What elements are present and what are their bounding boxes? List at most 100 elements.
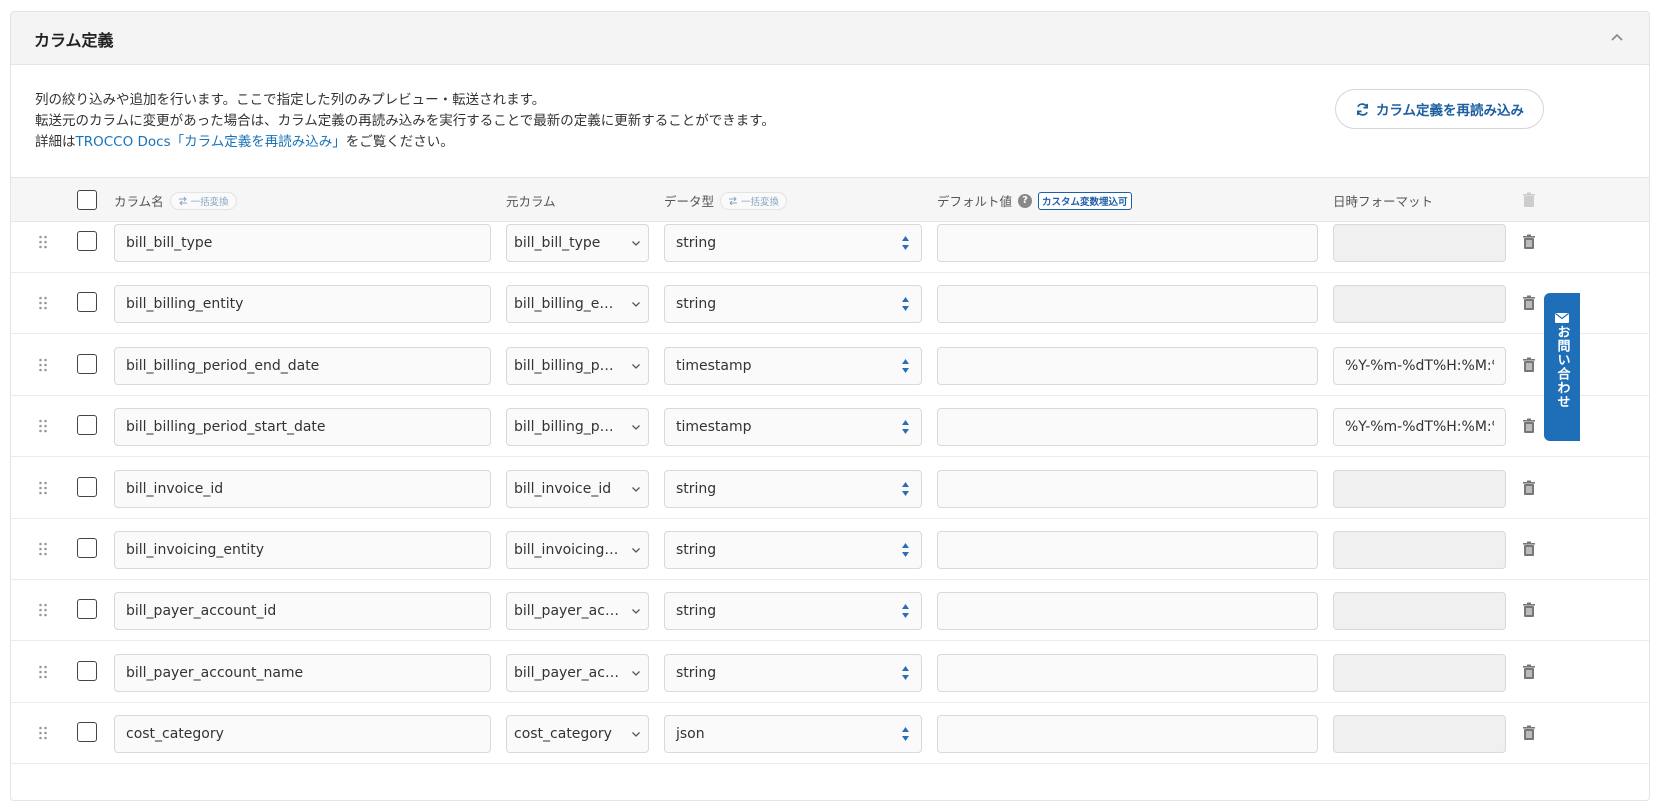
column-name-input[interactable]: bill_payer_account_name <box>114 653 491 692</box>
trash-icon[interactable] <box>1521 602 1537 618</box>
drag-handle-icon[interactable] <box>38 481 48 495</box>
trash-icon[interactable] <box>1521 418 1537 434</box>
datetime-format-input[interactable] <box>1333 653 1506 692</box>
row-checkbox[interactable] <box>77 722 97 743</box>
default-value-input[interactable] <box>937 531 1318 569</box>
source-column-select[interactable]: bill_billing_peri... <box>506 346 649 385</box>
datetime-format-input[interactable] <box>1333 285 1506 324</box>
panel-header[interactable]: カラム定義 <box>11 12 1649 65</box>
chevron-down-icon <box>632 425 640 431</box>
drag-handle-icon[interactable] <box>38 665 48 679</box>
row-checkbox[interactable] <box>77 599 97 620</box>
data-type-select[interactable]: json <box>664 715 922 754</box>
default-value-input[interactable] <box>937 653 1318 692</box>
datetime-format-input[interactable]: %Y-%m-%dT%H:%M:%S <box>1333 408 1506 447</box>
sort-arrows-icon <box>902 727 909 742</box>
column-name-input[interactable]: bill_invoice_id <box>114 469 491 508</box>
source-column-select[interactable]: bill_payer_acco... <box>506 653 649 692</box>
datetime-format-input[interactable] <box>1333 531 1506 569</box>
source-column-select[interactable]: cost_category <box>506 715 649 754</box>
swap-icon <box>729 196 738 205</box>
default-value-input[interactable] <box>937 346 1318 385</box>
row-checkbox[interactable] <box>77 538 97 558</box>
source-column-value: bill_billing_entity <box>514 296 622 313</box>
data-type-select[interactable]: timestamp <box>664 346 922 385</box>
column-name-input[interactable]: bill_billing_period_start_date <box>114 408 491 447</box>
datetime-format-input[interactable] <box>1333 224 1506 262</box>
row-checkbox[interactable] <box>77 353 97 374</box>
data-type-select[interactable]: string <box>664 224 922 262</box>
data-type-select[interactable]: string <box>664 592 922 631</box>
data-type-select[interactable]: timestamp <box>664 408 922 447</box>
column-name-input[interactable]: bill_billing_entity <box>114 285 491 324</box>
drag-handle-icon[interactable] <box>38 542 48 556</box>
bulk-convert-label: 一括変換 <box>190 196 229 208</box>
datetime-format-input[interactable] <box>1333 469 1506 508</box>
column-name-input[interactable]: bill_bill_type <box>114 224 491 262</box>
default-value-input[interactable] <box>937 224 1318 262</box>
trash-icon[interactable] <box>1521 234 1537 250</box>
trash-icon[interactable] <box>1521 541 1537 557</box>
source-column-select[interactable]: bill_payer_acco... <box>506 592 649 631</box>
sort-arrows-icon <box>902 420 909 435</box>
chevron-up-icon[interactable] <box>1609 30 1625 46</box>
row-checkbox[interactable] <box>77 415 97 436</box>
trash-icon[interactable] <box>1521 295 1537 311</box>
default-value-input[interactable] <box>937 285 1318 324</box>
default-value-input[interactable] <box>937 715 1318 754</box>
header-default-value-label: デフォルト値 <box>937 194 1013 209</box>
default-value-input[interactable] <box>937 408 1318 447</box>
drag-handle-icon[interactable] <box>38 358 48 372</box>
drag-handle-icon[interactable] <box>38 419 48 433</box>
default-value-input[interactable] <box>937 469 1318 508</box>
data-type-select[interactable]: string <box>664 285 922 324</box>
source-column-value: bill_payer_acco... <box>514 603 622 620</box>
column-name-input[interactable]: cost_category <box>114 715 491 754</box>
data-type-select[interactable]: string <box>664 469 922 508</box>
drag-handle-icon[interactable] <box>38 296 48 310</box>
row-checkbox[interactable] <box>77 292 97 313</box>
datetime-format-input[interactable]: %Y-%m-%dT%H:%M:%S <box>1333 346 1506 385</box>
trash-icon[interactable] <box>1521 357 1537 373</box>
drag-handle-icon[interactable] <box>38 235 48 249</box>
drag-handle-icon[interactable] <box>38 726 48 740</box>
source-column-select[interactable]: bill_billing_entity <box>506 285 649 324</box>
source-column-value: cost_category <box>514 726 612 743</box>
row-checkbox[interactable] <box>77 476 97 497</box>
data-type-value: string <box>676 664 717 681</box>
reload-column-definition-button[interactable]: カラム定義を再読み込み <box>1335 89 1544 129</box>
trash-icon[interactable] <box>1521 725 1537 741</box>
trash-icon[interactable] <box>1521 480 1537 496</box>
column-name-input[interactable]: bill_payer_account_id <box>114 592 491 631</box>
row-checkbox[interactable] <box>77 660 97 681</box>
column-name-input[interactable]: bill_billing_period_end_date <box>114 346 491 385</box>
trash-icon[interactable] <box>1521 664 1537 680</box>
mail-icon <box>1555 313 1569 323</box>
data-type-select[interactable]: string <box>664 653 922 692</box>
column-name-input[interactable]: bill_invoicing_entity <box>114 531 491 569</box>
source-column-select[interactable]: bill_invoice_id <box>506 469 649 508</box>
table-row: bill_payer_account_name bill_payer_acco..… <box>11 641 1649 703</box>
datetime-format-input[interactable] <box>1333 592 1506 631</box>
source-column-select[interactable]: bill_bill_type <box>506 224 649 262</box>
bulk-convert-name-button[interactable]: 一括変換 <box>169 191 237 210</box>
default-value-input[interactable] <box>937 592 1318 631</box>
row-checkbox[interactable] <box>77 231 97 251</box>
datetime-format-input[interactable] <box>1333 715 1506 754</box>
source-column-select[interactable]: bill_invoicing_e... <box>506 531 649 569</box>
chevron-down-icon <box>632 670 640 676</box>
bulk-delete-icon[interactable] <box>1521 192 1537 208</box>
header-data-type-label: データ型 <box>664 194 715 209</box>
chevron-down-icon <box>632 486 640 492</box>
column-name-value: bill_payer_account_id <box>126 603 277 620</box>
refresh-icon <box>1356 102 1368 116</box>
drag-handle-icon[interactable] <box>38 603 48 617</box>
help-icon[interactable]: ? <box>1018 193 1033 208</box>
select-all-checkbox[interactable] <box>77 190 97 210</box>
docs-link[interactable]: TROCCO Docs「カラム定義を再読み込み」 <box>76 134 346 150</box>
bulk-convert-type-button[interactable]: 一括変換 <box>720 191 788 210</box>
data-type-select[interactable]: string <box>664 531 922 569</box>
source-column-select[interactable]: bill_billing_peri... <box>506 408 649 447</box>
contact-tab[interactable]: お問い合わせ <box>1544 293 1580 441</box>
sort-arrows-icon <box>902 543 909 557</box>
